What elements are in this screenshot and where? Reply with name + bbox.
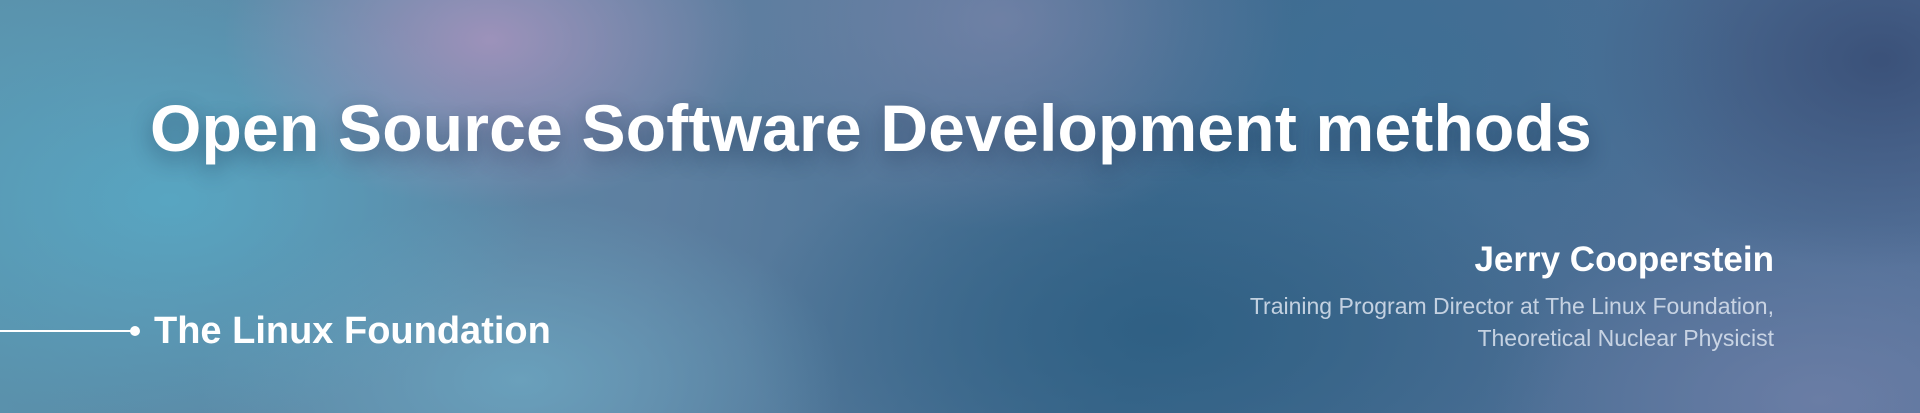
talk-title: Open Source Software Development methods: [150, 91, 1592, 165]
speaker-name: Jerry Cooperstein: [1474, 240, 1774, 279]
banner: { "banner": { "title": "Open Source Soft…: [0, 0, 1920, 413]
organization-name: The Linux Foundation: [154, 309, 551, 352]
connector-dot-icon: [130, 326, 140, 336]
organization-brand: The Linux Foundation: [0, 310, 551, 352]
connector-line: [0, 330, 132, 332]
speaker-block: Jerry Cooperstein Training Program Direc…: [1250, 238, 1774, 354]
speaker-role-line-2: Theoretical Nuclear Physicist: [1477, 325, 1774, 351]
speaker-role-line-1: Training Program Director at The Linux F…: [1249, 293, 1774, 319]
speaker-role: Training Program Director at The Linux F…: [1250, 290, 1774, 354]
